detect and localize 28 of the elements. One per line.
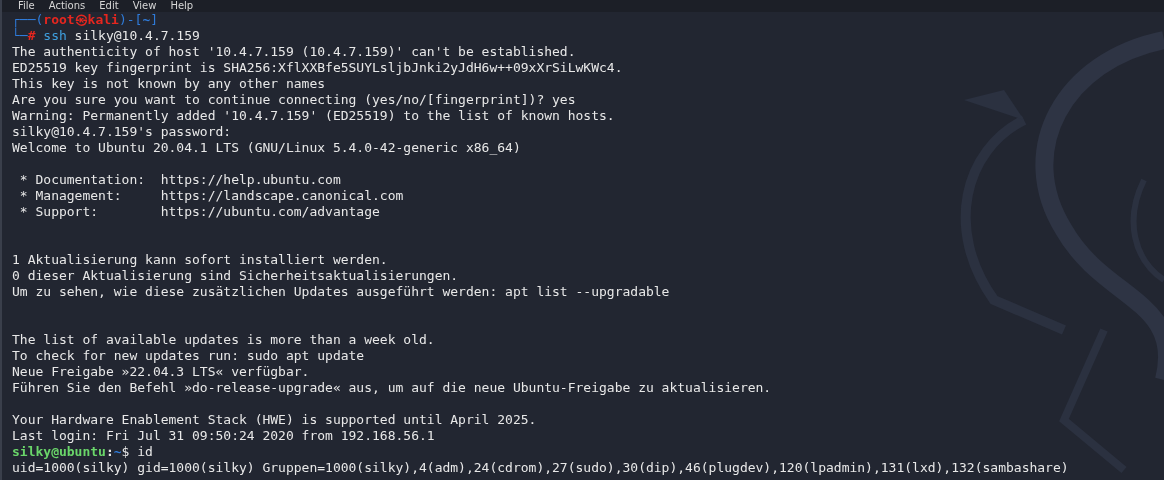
output-line: Führen Sie den Befehl »do-release-upgrade« aus, um auf die neue Ubuntu-Freigabe zu aktualisieren. [12,380,772,396]
output-line: The list of available updates is more than a week old. [12,332,435,348]
menu-item[interactable]: File [18,0,35,12]
output-line: Last login: Fri Jul 31 09:50:24 2020 from 192.168.56.1 [12,428,435,444]
output-line: Welcome to Ubuntu 20.04.1 LTS (GNU/Linux 5.4.0-42-generic x86_64) [12,140,521,156]
output-line: Your Hardware Enablement Stack (HWE) is supported until April 2025. [12,412,537,428]
output-line: * Documentation: https://help.ubuntu.com [18,172,341,188]
output-line: Are you sure you want to continue connecting (yes/no/[fingerprint])? yes [12,92,576,108]
output-line: Um zu sehen, wie diese zusätzlichen Updates ausgeführt werden: apt list --upgradable [12,284,670,300]
output-line: To check for new updates run: sudo apt update [12,348,365,364]
output-line: * Management: https://landscape.canonical.com [18,188,404,204]
output-line: 1 Aktualisierung kann sofort installiert werden. [12,252,388,268]
command-line: silky@ubuntu:~$ id [12,444,153,460]
command-line: └─# ssh silky@10.4.7.159 [12,28,200,44]
menu-item[interactable]: Help [170,0,194,12]
menu-item[interactable]: View [132,0,157,12]
output-line: Neue Freigabe »22.04.3 LTS« verfügbar. [12,364,310,380]
output-line: uid=1000(silky) gid=1000(silky) Gruppen=1000(silky),4(adm),24(cdrom),27(sudo),30(dip),46(plugdev),120(lpadmin),131(lxd),132(sambashare) [12,460,1069,476]
output-line: The authenticity of host '10.4.7.159 (10.4.7.159)' can't be established. [12,44,576,60]
output-line: 0 dieser Aktualisierung sind Sicherheitsaktualisierungen. [12,268,459,284]
menu-item[interactable]: Edit [99,0,119,12]
output-line: silky@10.4.7.159's password: [12,124,232,140]
output-line: * Support: https://ubuntu.com/advantage [18,204,380,220]
output-line: This key is not known by any other names [12,76,326,92]
output-line: ED25519 key fingerprint is SHA256:XflXXBfe5SUYLsljbJnki2yJdH6w++09xXrSiLwKWc4. [12,60,623,76]
prompt-line: ┌──(root㉿kali)-[~] [12,12,159,28]
menu-item[interactable]: Actions [48,0,86,12]
output-line: Warning: Permanently added '10.4.7.159' (ED25519) to the list of known hosts. [12,108,615,124]
